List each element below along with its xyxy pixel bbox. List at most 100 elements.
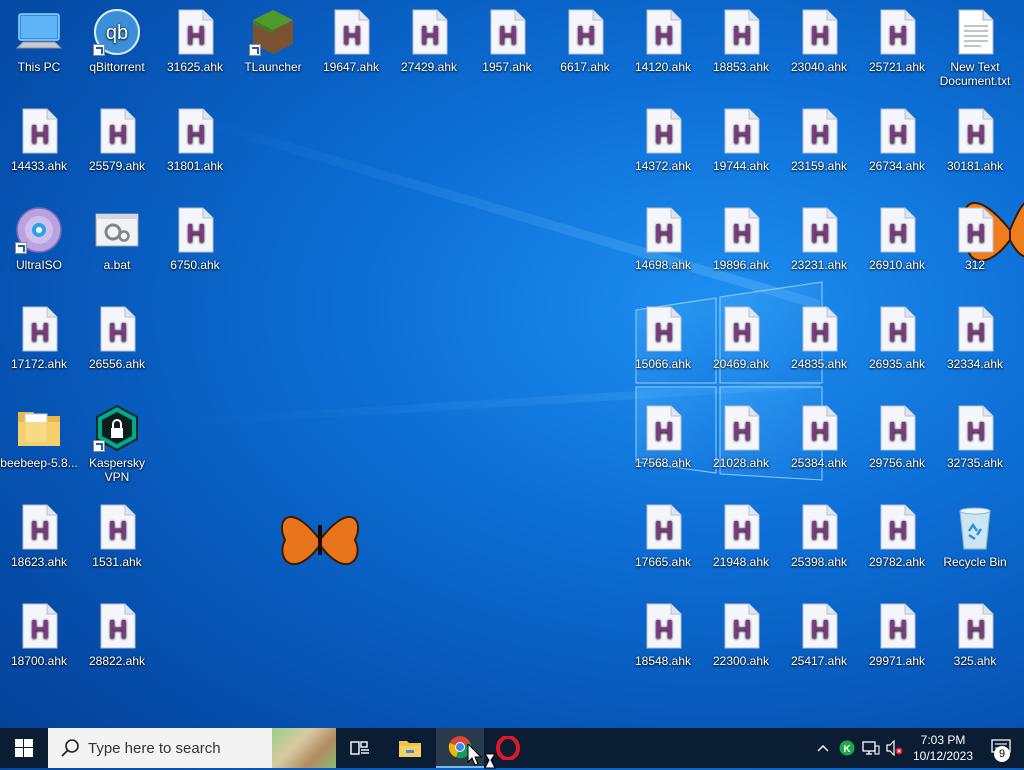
desktop-icon-ahk[interactable]: H 26910.ahk [858, 204, 936, 272]
desktop-icon-image: H [795, 107, 843, 155]
desktop-icon-ahk[interactable]: H 31625.ahk [156, 6, 234, 74]
svg-text:qb: qb [106, 22, 128, 44]
desktop-icon-kvpn[interactable]: Kaspersky VPN [78, 402, 156, 484]
desktop-icon-ahk[interactable]: H 28822.ahk [78, 600, 156, 668]
desktop-icon-image: H [639, 404, 687, 452]
ahk-file-icon: H [802, 207, 838, 253]
desktop-icon-ahk[interactable]: H 19647.ahk [312, 6, 390, 74]
svg-text:H: H [733, 416, 752, 446]
opera-button[interactable] [484, 728, 532, 768]
desktop-icon-label: 26734.ahk [868, 159, 926, 173]
desktop-icon-ahk[interactable]: H 22300.ahk [702, 600, 780, 668]
desktop-icon-folder[interactable]: beebeep-5.8... [0, 402, 78, 470]
desktop-icon-label: 25579.ahk [88, 159, 146, 173]
desktop-icon-ahk[interactable]: H 17665.ahk [624, 501, 702, 569]
desktop-icon-ahk[interactable]: H 18700.ahk [0, 600, 78, 668]
ahk-file-icon: H [724, 207, 760, 253]
desktop-icon-ahk[interactable]: H 25384.ahk [780, 402, 858, 470]
task-view-button[interactable] [336, 728, 384, 768]
desktop-icon-ahk[interactable]: H 27429.ahk [390, 6, 468, 74]
ahk-file-icon: H [802, 306, 838, 352]
text-document-icon [958, 9, 994, 55]
desktop-icon-ahk[interactable]: H 15066.ahk [624, 303, 702, 371]
desktop-icon-ahk[interactable]: H 312 [936, 204, 1014, 272]
desktop-icon-ahk[interactable]: H 23231.ahk [780, 204, 858, 272]
desktop-icon-ahk[interactable]: H 21948.ahk [702, 501, 780, 569]
ahk-file-icon: H [100, 306, 136, 352]
desktop-icon-qbit[interactable]: qb qBittorrent [78, 6, 156, 74]
desktop-icon-txt[interactable]: New Text Document.txt [936, 6, 1014, 88]
desktop-icon-ahk[interactable]: H 30181.ahk [936, 105, 1014, 173]
desktop-icon-ahk[interactable]: H 14698.ahk [624, 204, 702, 272]
desktop-icon-ahk[interactable]: H 14372.ahk [624, 105, 702, 173]
desktop-icon-ahk[interactable]: H 25579.ahk [78, 105, 156, 173]
desktop-icon-ahk[interactable]: H 25398.ahk [780, 501, 858, 569]
ahk-file-icon: H [412, 9, 448, 55]
desktop-icon-image: H [951, 107, 999, 155]
desktop-icon-label: 325.ahk [953, 654, 997, 668]
desktop-icon-ahk[interactable]: H 1957.ahk [468, 6, 546, 74]
taskbar-clock[interactable]: 7:03 PM 10/12/2023 [910, 728, 976, 768]
svg-text:H: H [187, 119, 206, 149]
desktop-icon-ahk[interactable]: H 18853.ahk [702, 6, 780, 74]
desktop-icon-bin[interactable]: Recycle Bin [936, 501, 1014, 569]
desktop-icon-ahk[interactable]: H 21028.ahk [702, 402, 780, 470]
desktop-icon-ahk[interactable]: H 1531.ahk [78, 501, 156, 569]
desktop-icon-ahk[interactable]: H 24835.ahk [780, 303, 858, 371]
start-button[interactable] [0, 728, 48, 768]
desktop-icon-ahk[interactable]: H 32735.ahk [936, 402, 1014, 470]
desktop-icon-ahk[interactable]: H 325.ahk [936, 600, 1014, 668]
desktop-icon-pc[interactable]: This PC [0, 6, 78, 74]
network-tray[interactable] [860, 728, 882, 768]
desktop-icon-ahk[interactable]: H 25417.ahk [780, 600, 858, 668]
svg-text:H: H [733, 515, 752, 545]
desktop-icon-image: H [93, 107, 141, 155]
svg-text:H: H [733, 614, 752, 644]
desktop-icon-ahk[interactable]: H 6617.ahk [546, 6, 624, 74]
file-explorer-button[interactable] [386, 728, 434, 768]
ahk-file-icon: H [490, 9, 526, 55]
desktop-icon-ahk[interactable]: H 26556.ahk [78, 303, 156, 371]
desktop-icon-ahk[interactable]: H 23040.ahk [780, 6, 858, 74]
desktop-icon-ahk[interactable]: H 14120.ahk [624, 6, 702, 74]
desktop-icon-disc[interactable]: UltraISO [0, 204, 78, 272]
volume-tray[interactable] [884, 728, 906, 768]
ahk-file-icon: H [958, 108, 994, 154]
svg-text:H: H [343, 20, 362, 50]
desktop-icon-ahk[interactable]: H 32334.ahk [936, 303, 1014, 371]
desktop-icon-label: TLauncher [244, 60, 302, 74]
desktop-icon-ahk[interactable]: H 17172.ahk [0, 303, 78, 371]
desktop-icon-ahk[interactable]: H 26935.ahk [858, 303, 936, 371]
desktop-icon-ahk[interactable]: H 31801.ahk [156, 105, 234, 173]
desktop-icon-ahk[interactable]: H 19744.ahk [702, 105, 780, 173]
desktop-icon-ahk[interactable]: H 19896.ahk [702, 204, 780, 272]
kaspersky-tray[interactable]: K [836, 728, 858, 768]
show-hidden-icons-button[interactable] [812, 728, 834, 768]
desktop-icon-ahk[interactable]: H 18548.ahk [624, 600, 702, 668]
shortcut-arrow-icon [93, 44, 105, 56]
ahk-file-icon: H [880, 108, 916, 154]
desktop-icon-ahk[interactable]: H 29782.ahk [858, 501, 936, 569]
desktop-icon-ahk[interactable]: H 23159.ahk [780, 105, 858, 173]
action-center-button[interactable]: 9 [978, 728, 1024, 768]
desktop-icon-ahk[interactable]: H 25721.ahk [858, 6, 936, 74]
desktop-icon-bat[interactable]: a.bat [78, 204, 156, 272]
desktop-icon-ahk[interactable]: H 17568.ahk [624, 402, 702, 470]
desktop-icon-ahk[interactable]: H 20469.ahk [702, 303, 780, 371]
desktop-icon-ahk[interactable]: H 29756.ahk [858, 402, 936, 470]
desktop-icon-ahk[interactable]: H 29971.ahk [858, 600, 936, 668]
search-box[interactable]: Type here to search [48, 728, 336, 768]
clock-date: 10/12/2023 [912, 749, 974, 763]
desktop-icon-ahk[interactable]: H 18623.ahk [0, 501, 78, 569]
desktop-icon-image: H [171, 206, 219, 254]
desktop-icon-ahk[interactable]: H 14433.ahk [0, 105, 78, 173]
desktop-icon-label: 14698.ahk [634, 258, 692, 272]
ahk-file-icon: H [22, 306, 58, 352]
desktop-icon-image: H [717, 305, 765, 353]
desktop-icon-ahk[interactable]: H 6750.ahk [156, 204, 234, 272]
ahk-file-icon: H [880, 504, 916, 550]
ahk-file-icon: H [22, 504, 58, 550]
desktop-icon-image: H [717, 107, 765, 155]
desktop-icon-tlauncher[interactable]: TLauncher [234, 6, 312, 74]
desktop-icon-ahk[interactable]: H 26734.ahk [858, 105, 936, 173]
